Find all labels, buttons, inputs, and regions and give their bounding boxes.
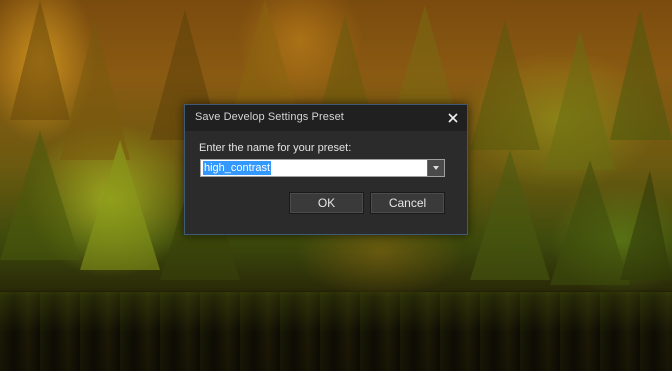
dropdown-triangle: [433, 166, 439, 170]
dialog-titlebar[interactable]: Save Develop Settings Preset: [185, 105, 467, 131]
cancel-button[interactable]: Cancel: [370, 192, 445, 214]
save-preset-dialog: Save Develop Settings Preset Enter the n…: [184, 104, 468, 235]
chevron-down-icon[interactable]: [427, 160, 444, 176]
preset-name-input[interactable]: high_contrast: [203, 161, 272, 175]
close-icon[interactable]: [443, 108, 463, 128]
preset-name-label: Enter the name for your preset:: [199, 142, 352, 154]
ok-button[interactable]: OK: [289, 192, 364, 214]
preset-name-combobox[interactable]: high_contrast: [200, 159, 445, 177]
desktop-background: Save Develop Settings Preset Enter the n…: [0, 0, 672, 371]
close-glyph: [448, 113, 458, 123]
lake-reflection: [0, 292, 672, 332]
dialog-title: Save Develop Settings Preset: [195, 111, 344, 123]
